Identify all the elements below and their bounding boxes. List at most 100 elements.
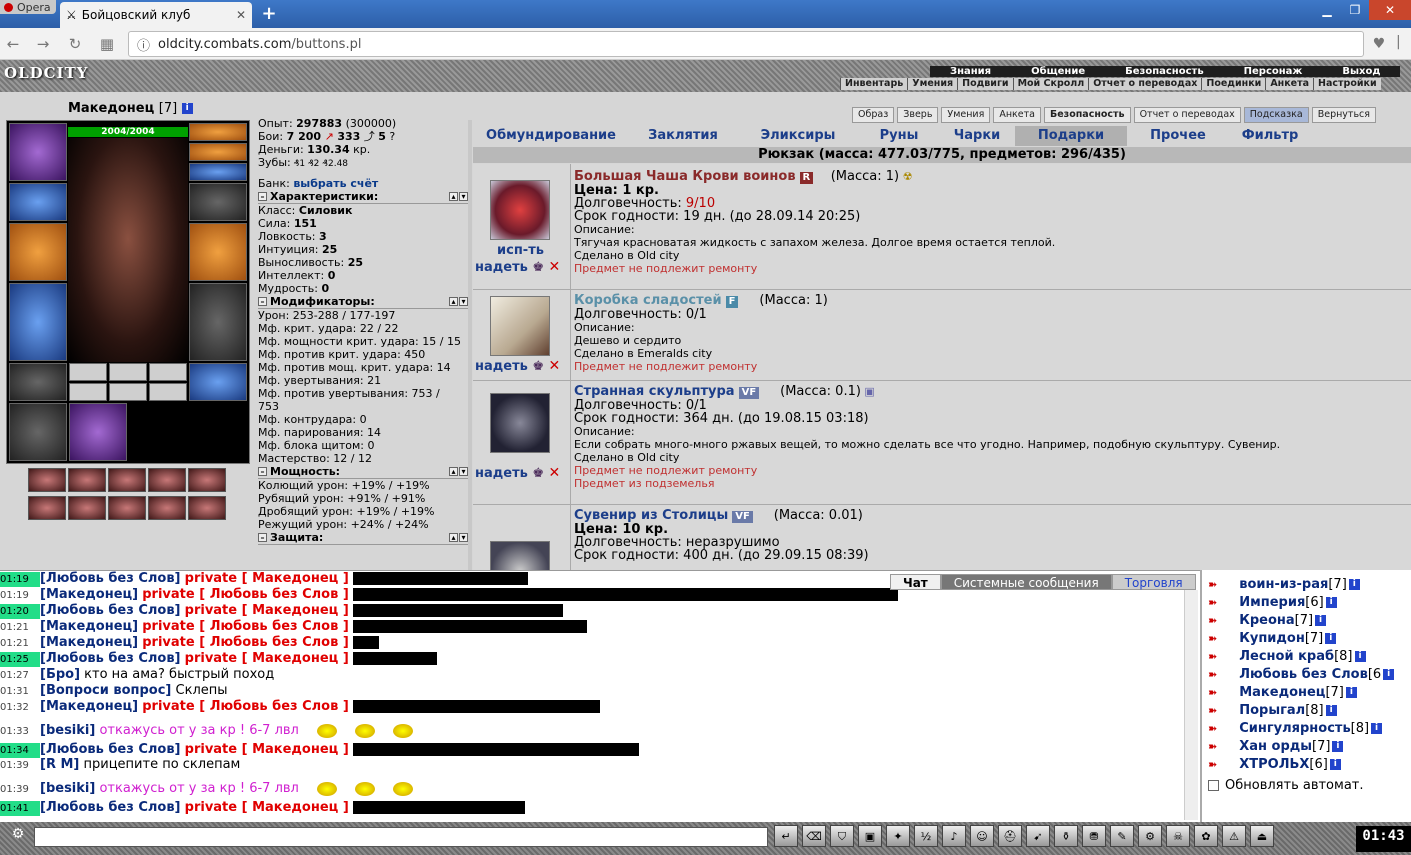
sender-name[interactable]: [Любовь без Слов] — [40, 651, 181, 666]
fight-icon[interactable]: ✦ — [886, 825, 910, 847]
sub-menu-item[interactable]: Умения — [907, 78, 957, 90]
sender-name[interactable]: [Любовь без Слов] — [40, 603, 181, 618]
user-name[interactable]: Лесной краб — [1239, 649, 1334, 664]
new-tab-button[interactable]: + — [258, 4, 280, 24]
auto-update-checkbox[interactable] — [1208, 780, 1219, 791]
button-6[interactable]: Подсказка — [1243, 107, 1309, 123]
sub-menu-item[interactable]: Подвиги — [957, 78, 1012, 90]
shirt-icon[interactable]: ♚ — [532, 260, 544, 275]
capital-souvenir-image[interactable] — [490, 541, 550, 570]
timestamp[interactable]: 01:20 — [0, 604, 40, 619]
button-1[interactable]: Зверь — [897, 107, 939, 123]
top-menu-item[interactable]: Безопасность — [1105, 66, 1224, 77]
user-name[interactable]: Порыгал — [1239, 703, 1305, 718]
timestamp[interactable]: 01:21 — [0, 636, 40, 651]
timestamp[interactable]: 01:34 — [0, 743, 40, 758]
online-user[interactable]: ➽ Сингулярность[8] i — [1208, 720, 1383, 738]
info-icon[interactable]: i — [1325, 705, 1337, 716]
private-arrow-icon[interactable]: ➽ — [1208, 704, 1217, 717]
filter-icon[interactable]: ⛉ — [830, 825, 854, 847]
online-user[interactable]: ➽ Купидон[7] i — [1208, 630, 1337, 648]
gloves-slot[interactable] — [189, 183, 247, 221]
ability-slot[interactable] — [188, 468, 226, 492]
cloak-slot[interactable] — [9, 283, 67, 361]
category-tab[interactable]: Прочее — [1127, 126, 1229, 146]
weapon-left-slot[interactable] — [9, 223, 67, 281]
chat-settings-icon[interactable]: ⚙ — [6, 826, 30, 848]
online-user[interactable]: ➽ Македонец[7] i — [1208, 684, 1357, 702]
online-user[interactable]: ➽ Империя[6] i — [1208, 594, 1337, 612]
user-name[interactable]: Креона — [1239, 613, 1294, 628]
earring-slot[interactable] — [189, 123, 247, 141]
chat-input[interactable] — [34, 827, 768, 847]
ability-slot[interactable] — [148, 496, 186, 520]
delete-icon[interactable]: ✕ — [549, 358, 561, 374]
button-5[interactable]: Отчет о переводах — [1133, 107, 1241, 123]
timestamp[interactable]: 01:32 — [0, 700, 40, 715]
top-menu-item[interactable]: Общение — [1011, 66, 1105, 77]
sub-menu-item[interactable]: Настройки — [1313, 78, 1381, 90]
defense-header[interactable]: – Защита: ▴ ▾ — [258, 531, 468, 545]
window-close-icon[interactable]: ✕ — [1369, 0, 1411, 20]
delete-icon[interactable]: ✕ — [549, 259, 561, 275]
sender-name[interactable]: [Вопроси вопрос] — [40, 683, 171, 698]
private-arrow-icon[interactable]: ➽ — [1208, 668, 1217, 681]
maximize-icon[interactable]: ❐ — [1341, 0, 1369, 20]
info-icon[interactable]: i — [1329, 759, 1341, 770]
ability-slot[interactable] — [108, 496, 146, 520]
private-target[interactable]: private [ Любовь без Слов ] — [142, 587, 349, 602]
sub-menu-item[interactable]: Анкета — [1265, 78, 1313, 90]
necklace-slot[interactable] — [189, 143, 247, 161]
chat-tab[interactable]: Чат — [890, 574, 941, 590]
private-target[interactable]: private [ Македонец ] — [185, 571, 349, 586]
ability-slot[interactable] — [28, 496, 66, 520]
stats-scrollbar[interactable] — [468, 120, 472, 570]
info-icon[interactable]: i — [181, 103, 193, 114]
blood-chalice-image[interactable] — [490, 180, 550, 240]
online-user[interactable]: ➽ ХТРОЛЬХ[6] i — [1208, 756, 1341, 774]
button-3[interactable]: Анкета — [993, 107, 1041, 123]
private-target[interactable]: private [ Македонец ] — [185, 651, 349, 666]
ability-slot[interactable] — [68, 496, 106, 520]
smiley-icon[interactable]: ☺ — [970, 825, 994, 847]
user-name[interactable]: Империя — [1239, 595, 1305, 610]
character-avatar[interactable] — [68, 138, 188, 362]
top-menu-item[interactable]: Выход — [1322, 66, 1400, 77]
bag-icon[interactable]: ⚱ — [1054, 825, 1078, 847]
ability-slot[interactable] — [188, 496, 226, 520]
button-2[interactable]: Умения — [941, 107, 991, 123]
exit-icon[interactable]: ⏏ — [1250, 825, 1274, 847]
sender-name[interactable]: [Македонец] — [40, 635, 138, 650]
empty-slot[interactable] — [109, 363, 147, 381]
sweets-box-image[interactable] — [490, 296, 550, 356]
delete-icon[interactable]: ✕ — [549, 465, 561, 481]
category-tab[interactable]: Заклятия — [629, 126, 737, 146]
timestamp[interactable]: 01:19 — [0, 572, 40, 587]
bookmark-heart-icon[interactable]: ♥ — [1368, 34, 1390, 54]
wear-link[interactable]: надеть — [475, 466, 528, 481]
button-0[interactable]: Образ — [852, 107, 895, 123]
user-name[interactable]: Купидон — [1239, 631, 1305, 646]
minimize-icon[interactable]: ▁ — [1313, 0, 1341, 20]
info-icon[interactable]: i — [1345, 687, 1357, 698]
info-icon[interactable]: i — [1383, 669, 1395, 680]
ring-slot[interactable] — [189, 163, 247, 181]
url-field[interactable]: ⓘ oldcity.combats.com/buttons.pl — [128, 31, 1364, 57]
sender-name[interactable]: [Любовь без Слов] — [40, 800, 181, 815]
category-tab[interactable]: Подарки — [1015, 126, 1127, 146]
ability-slot[interactable] — [68, 468, 106, 492]
button-4[interactable]: Безопасность — [1043, 107, 1131, 123]
user-name[interactable]: Македонец — [1239, 685, 1325, 700]
empty-slot[interactable] — [109, 383, 147, 401]
shirt-icon[interactable]: ♚ — [532, 359, 544, 374]
browser-tab[interactable]: ⚔ Бойцовский клуб ✕ — [60, 2, 252, 28]
alert-icon[interactable]: ⚠ — [1222, 825, 1246, 847]
chest-icon[interactable]: ⛃ — [1082, 825, 1106, 847]
sender-name[interactable]: [Македонец] — [40, 587, 138, 602]
bracer-slot[interactable] — [9, 183, 67, 221]
scroll-icon[interactable]: ✎ — [1110, 825, 1134, 847]
legs-slot[interactable] — [189, 283, 247, 361]
paw-icon[interactable]: ✿ — [1194, 825, 1218, 847]
timestamp[interactable]: 01:41 — [0, 801, 40, 816]
sub-menu-item[interactable]: Поединки — [1201, 78, 1265, 90]
